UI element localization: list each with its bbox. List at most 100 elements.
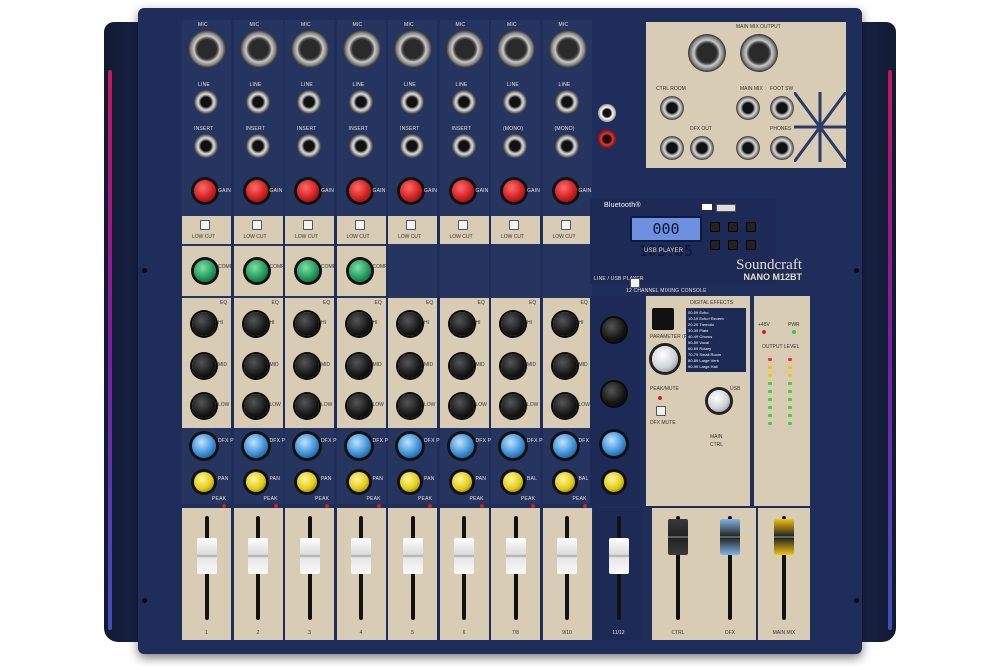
low-cut-button[interactable] — [509, 220, 519, 230]
compressor-knob[interactable] — [348, 260, 371, 282]
dfx-send-knob[interactable] — [346, 434, 371, 458]
pan-knob[interactable] — [297, 472, 317, 492]
gain-knob[interactable] — [245, 180, 268, 202]
hi-eq-knob[interactable] — [346, 312, 371, 336]
gain-knob[interactable] — [451, 180, 474, 202]
gain-knob[interactable] — [503, 180, 525, 202]
low-cut-button[interactable] — [303, 220, 313, 230]
pan-knob[interactable] — [348, 472, 369, 492]
main-mix-r-jack[interactable] — [736, 136, 760, 160]
mic-input-xlr[interactable] — [342, 30, 381, 68]
insert-jack[interactable] — [503, 134, 527, 158]
mid-eq-knob[interactable] — [243, 354, 268, 378]
ctrl-room-l-jack[interactable] — [660, 96, 684, 120]
low-eq-knob[interactable] — [346, 394, 371, 418]
channel-fader[interactable] — [196, 537, 217, 574]
channel-fader[interactable] — [557, 537, 577, 574]
rca-left-input[interactable] — [598, 104, 616, 122]
hi-eq-knob[interactable] — [552, 312, 577, 336]
mid-eq-knob[interactable] — [501, 354, 525, 378]
mic-input-xlr[interactable] — [239, 30, 278, 68]
mic-input-xlr[interactable] — [188, 30, 226, 68]
mic-input-xlr[interactable] — [497, 30, 535, 68]
dfx-send-knob[interactable] — [243, 434, 268, 458]
gain-knob[interactable] — [297, 180, 319, 202]
low-cut-button[interactable] — [560, 220, 571, 230]
low-eq-knob[interactable] — [295, 394, 319, 418]
insert-jack[interactable] — [348, 134, 373, 158]
insert-jack[interactable] — [451, 134, 476, 158]
channel-fader[interactable] — [608, 537, 629, 574]
line-input-jack[interactable] — [400, 90, 424, 114]
channel-fader[interactable] — [505, 537, 526, 574]
low-eq-knob[interactable] — [243, 394, 268, 418]
insert-jack[interactable] — [245, 134, 270, 158]
insert-jack[interactable] — [554, 134, 579, 158]
dfx-out-jack[interactable] — [690, 136, 714, 160]
low-cut-button[interactable] — [457, 220, 468, 230]
foot-switch-jack[interactable] — [770, 96, 794, 120]
low-eq-knob[interactable] — [552, 394, 577, 418]
gain-knob[interactable] — [400, 180, 422, 202]
low-cut-button[interactable] — [251, 220, 262, 230]
hi-eq-knob[interactable] — [398, 312, 422, 336]
low-eq-knob[interactable] — [398, 394, 422, 418]
player-prev-button[interactable] — [710, 222, 720, 232]
pan-knob[interactable] — [554, 472, 575, 492]
player-mode-button[interactable] — [710, 240, 720, 250]
low-eq-knob[interactable] — [501, 394, 525, 418]
rca-right-input[interactable] — [598, 130, 616, 148]
hi-eq-knob[interactable] — [501, 312, 525, 336]
ctrl-room-r-jack[interactable] — [660, 136, 684, 160]
channel-fader[interactable] — [248, 537, 268, 574]
hi-eq-knob[interactable] — [449, 312, 474, 336]
low-eq-knob[interactable] — [192, 394, 216, 418]
line-input-jack[interactable] — [451, 90, 476, 114]
hi-eq-knob[interactable] — [243, 312, 268, 336]
usb-level-knob[interactable] — [708, 390, 730, 412]
dfx-send-knob[interactable] — [295, 434, 319, 458]
line-input-jack[interactable] — [503, 90, 527, 114]
line-input-jack[interactable] — [554, 90, 579, 114]
gain-knob[interactable] — [554, 180, 577, 202]
insert-jack[interactable] — [297, 134, 321, 158]
channel-fader[interactable] — [402, 537, 423, 574]
player-play-button[interactable] — [728, 222, 738, 232]
insert-jack[interactable] — [400, 134, 424, 158]
line-input-jack[interactable] — [348, 90, 373, 114]
dfx-send-knob[interactable] — [552, 434, 577, 458]
phones-jack[interactable] — [770, 136, 794, 160]
player-power-button[interactable] — [746, 240, 756, 250]
mid-eq-knob[interactable] — [552, 354, 577, 378]
dfx-send-knob[interactable] — [501, 434, 525, 458]
mic-input-xlr[interactable] — [394, 30, 432, 68]
main-mix-l-jack[interactable] — [736, 96, 760, 120]
line-input-jack[interactable] — [245, 90, 270, 114]
channel-fader[interactable] — [454, 537, 474, 574]
pan-knob[interactable] — [245, 472, 266, 492]
mid-eq-knob[interactable] — [346, 354, 371, 378]
dfx-send-knob[interactable] — [449, 434, 474, 458]
mid-eq-knob[interactable] — [449, 354, 474, 378]
compressor-knob[interactable] — [194, 260, 216, 282]
mid-eq-knob[interactable] — [398, 354, 422, 378]
pan-knob[interactable] — [194, 472, 214, 492]
dfx-mute-button[interactable] — [656, 406, 666, 416]
pan-knob[interactable] — [400, 472, 420, 492]
main-out-l-xlr[interactable] — [688, 34, 726, 72]
low-cut-button[interactable] — [200, 220, 210, 230]
line-usb-switch[interactable] — [630, 278, 640, 288]
player-next-button[interactable] — [746, 222, 756, 232]
channel-fader[interactable] — [668, 518, 688, 555]
stereo-bal-knob[interactable] — [604, 472, 624, 492]
compressor-knob[interactable] — [245, 260, 268, 282]
dfx-send-knob[interactable] — [398, 434, 422, 458]
insert-jack[interactable] — [194, 134, 218, 158]
hi-eq-knob[interactable] — [295, 312, 319, 336]
mid-eq-knob[interactable] — [295, 354, 319, 378]
pan-knob[interactable] — [451, 472, 472, 492]
compressor-knob[interactable] — [297, 260, 319, 282]
gain-knob[interactable] — [348, 180, 371, 202]
usb-port[interactable] — [716, 204, 736, 212]
line-input-jack[interactable] — [297, 90, 321, 114]
